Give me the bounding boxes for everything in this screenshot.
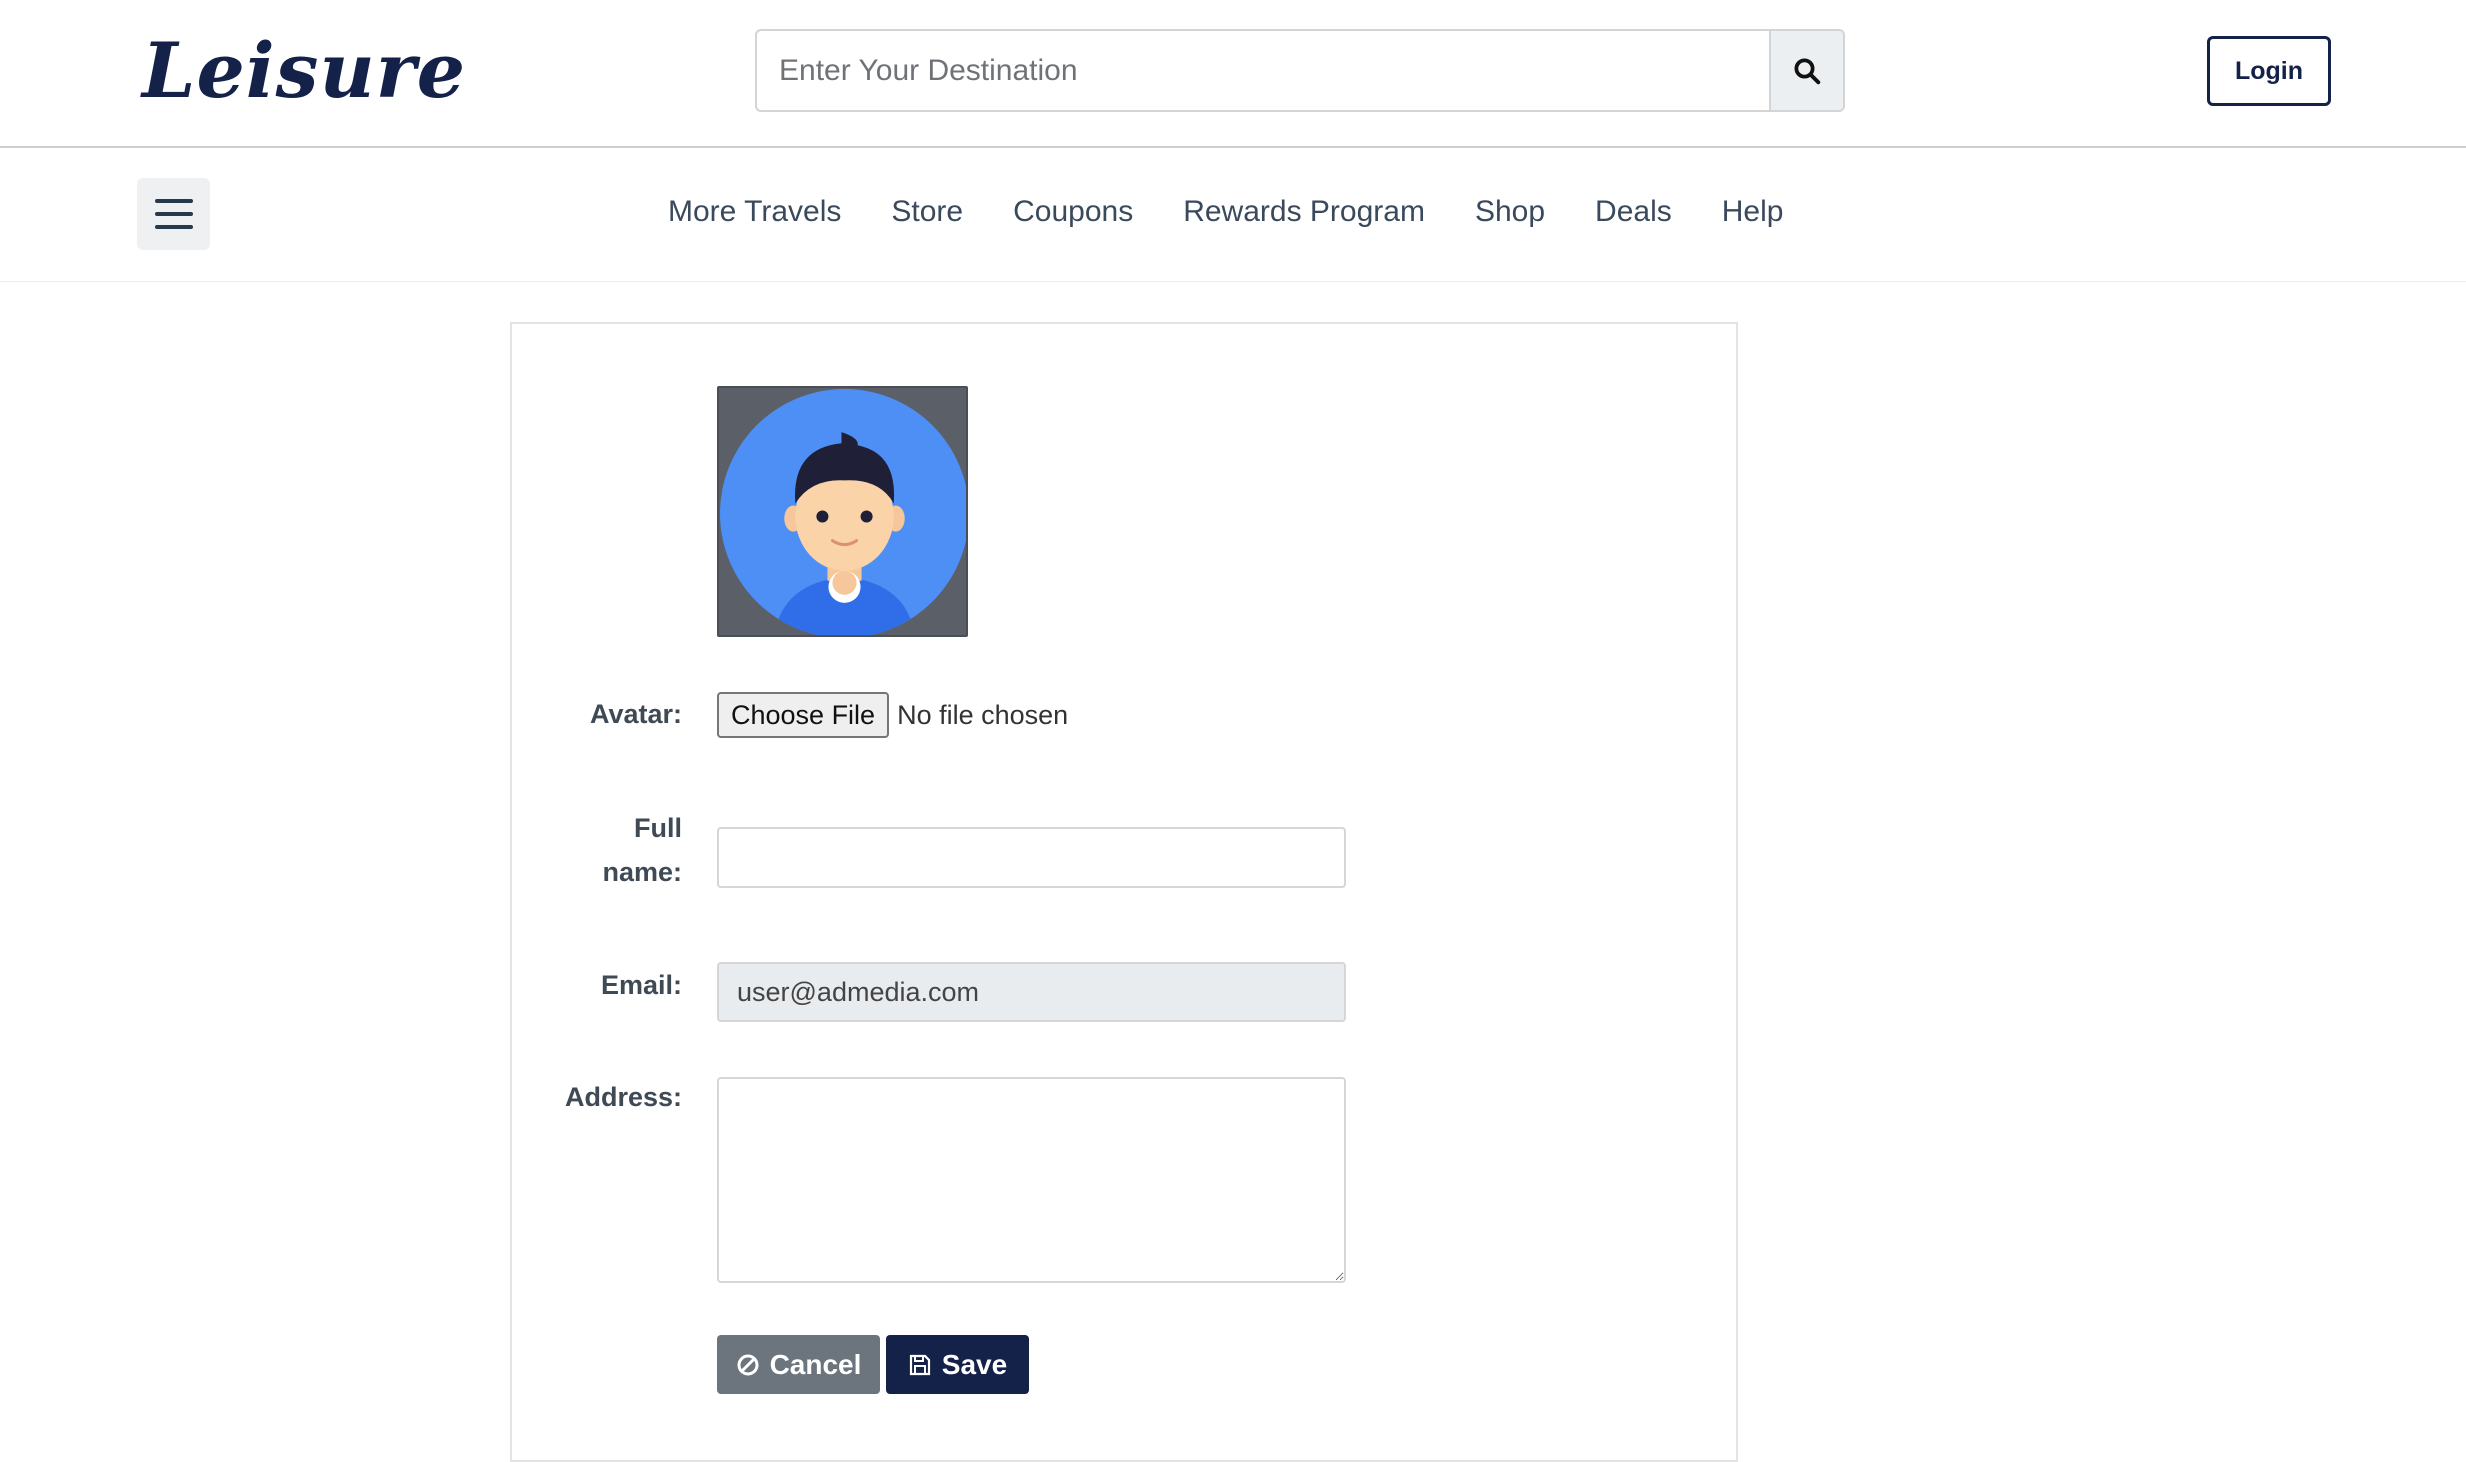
- search-bar: [755, 29, 1845, 112]
- hamburger-menu-button[interactable]: [137, 178, 210, 250]
- save-button[interactable]: Save: [886, 1335, 1029, 1394]
- nav-link-rewards-program[interactable]: Rewards Program: [1183, 190, 1425, 234]
- nav-link-deals[interactable]: Deals: [1595, 190, 1672, 234]
- fullname-label: Full name:: [602, 813, 682, 887]
- email-label: Email:: [600, 970, 682, 1000]
- login-button[interactable]: Login: [2207, 36, 2331, 106]
- floppy-disk-icon: [909, 1354, 930, 1375]
- nav-link-help[interactable]: Help: [1722, 190, 1784, 234]
- nav-links: More Travels Store Coupons Rewards Progr…: [668, 190, 1783, 234]
- destination-search-input[interactable]: [757, 31, 1769, 110]
- search-button[interactable]: [1769, 31, 1843, 110]
- nav-link-coupons[interactable]: Coupons: [1013, 190, 1133, 234]
- search-icon: [1794, 58, 1821, 84]
- fullname-input[interactable]: [717, 827, 1346, 888]
- ban-icon: [737, 1354, 759, 1375]
- address-textarea[interactable]: [717, 1077, 1346, 1283]
- choose-file-button[interactable]: Choose File: [717, 692, 890, 738]
- site-header: Leisure Login: [0, 0, 2466, 148]
- nav-link-shop[interactable]: Shop: [1475, 190, 1545, 234]
- email-input[interactable]: [717, 962, 1346, 1022]
- nav-link-more-travels[interactable]: More Travels: [668, 190, 841, 234]
- hamburger-menu-icon: [154, 199, 193, 203]
- main-nav: More Travels Store Coupons Rewards Progr…: [0, 150, 2466, 282]
- avatar-file-input: Choose File No file chosen: [717, 692, 1068, 738]
- address-label: Address:: [564, 1082, 682, 1112]
- logo[interactable]: Leisure: [142, 26, 466, 116]
- profile-form-card: Avatar: Choose File No file chosen Full …: [510, 322, 1738, 1462]
- user-avatar-icon: [720, 389, 966, 635]
- file-status-text: No file chosen: [897, 699, 1069, 730]
- avatar-image: [717, 386, 968, 637]
- nav-link-store[interactable]: Store: [891, 190, 963, 234]
- cancel-button[interactable]: Cancel: [717, 1335, 880, 1394]
- avatar-label: Avatar:: [589, 699, 682, 729]
